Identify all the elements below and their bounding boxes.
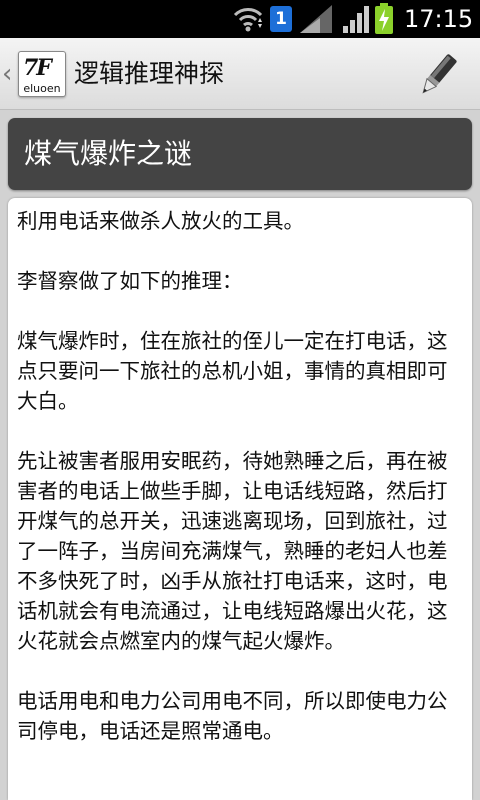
signal-icon — [342, 0, 372, 38]
battery-charging-icon — [374, 0, 396, 38]
app-logo[interactable]: 7F eluoen — [18, 51, 66, 97]
article-heading: 煤气爆炸之谜 — [8, 118, 472, 190]
article-content: 利用电话来做杀人放火的工具。 李督察做了如下的推理： 煤气爆炸时，住在旅社的侄儿… — [8, 198, 472, 800]
logo-text: eluoen — [23, 82, 61, 95]
article-title: 煤气爆炸之谜 — [24, 137, 193, 170]
notification-count: 1 — [270, 6, 292, 32]
back-chevron-icon[interactable]: ‹ — [2, 60, 16, 88]
logo-mark: 7F — [23, 55, 52, 81]
article-body: 利用电话来做杀人放火的工具。 李督察做了如下的推理： 煤气爆炸时，住在旅社的侄儿… — [17, 209, 448, 743]
status-time: 17:15 — [404, 5, 474, 33]
app-title: 逻辑推理神探 — [74, 59, 225, 88]
signal-icon — [298, 0, 336, 38]
action-bar: ‹ 7F eluoen 逻辑推理神探 — [0, 38, 480, 110]
notification-icon: 1 — [270, 0, 294, 38]
status-bar: 1 17:15 — [0, 0, 480, 38]
wifi-icon — [232, 0, 266, 38]
pen-icon[interactable] — [412, 50, 464, 100]
